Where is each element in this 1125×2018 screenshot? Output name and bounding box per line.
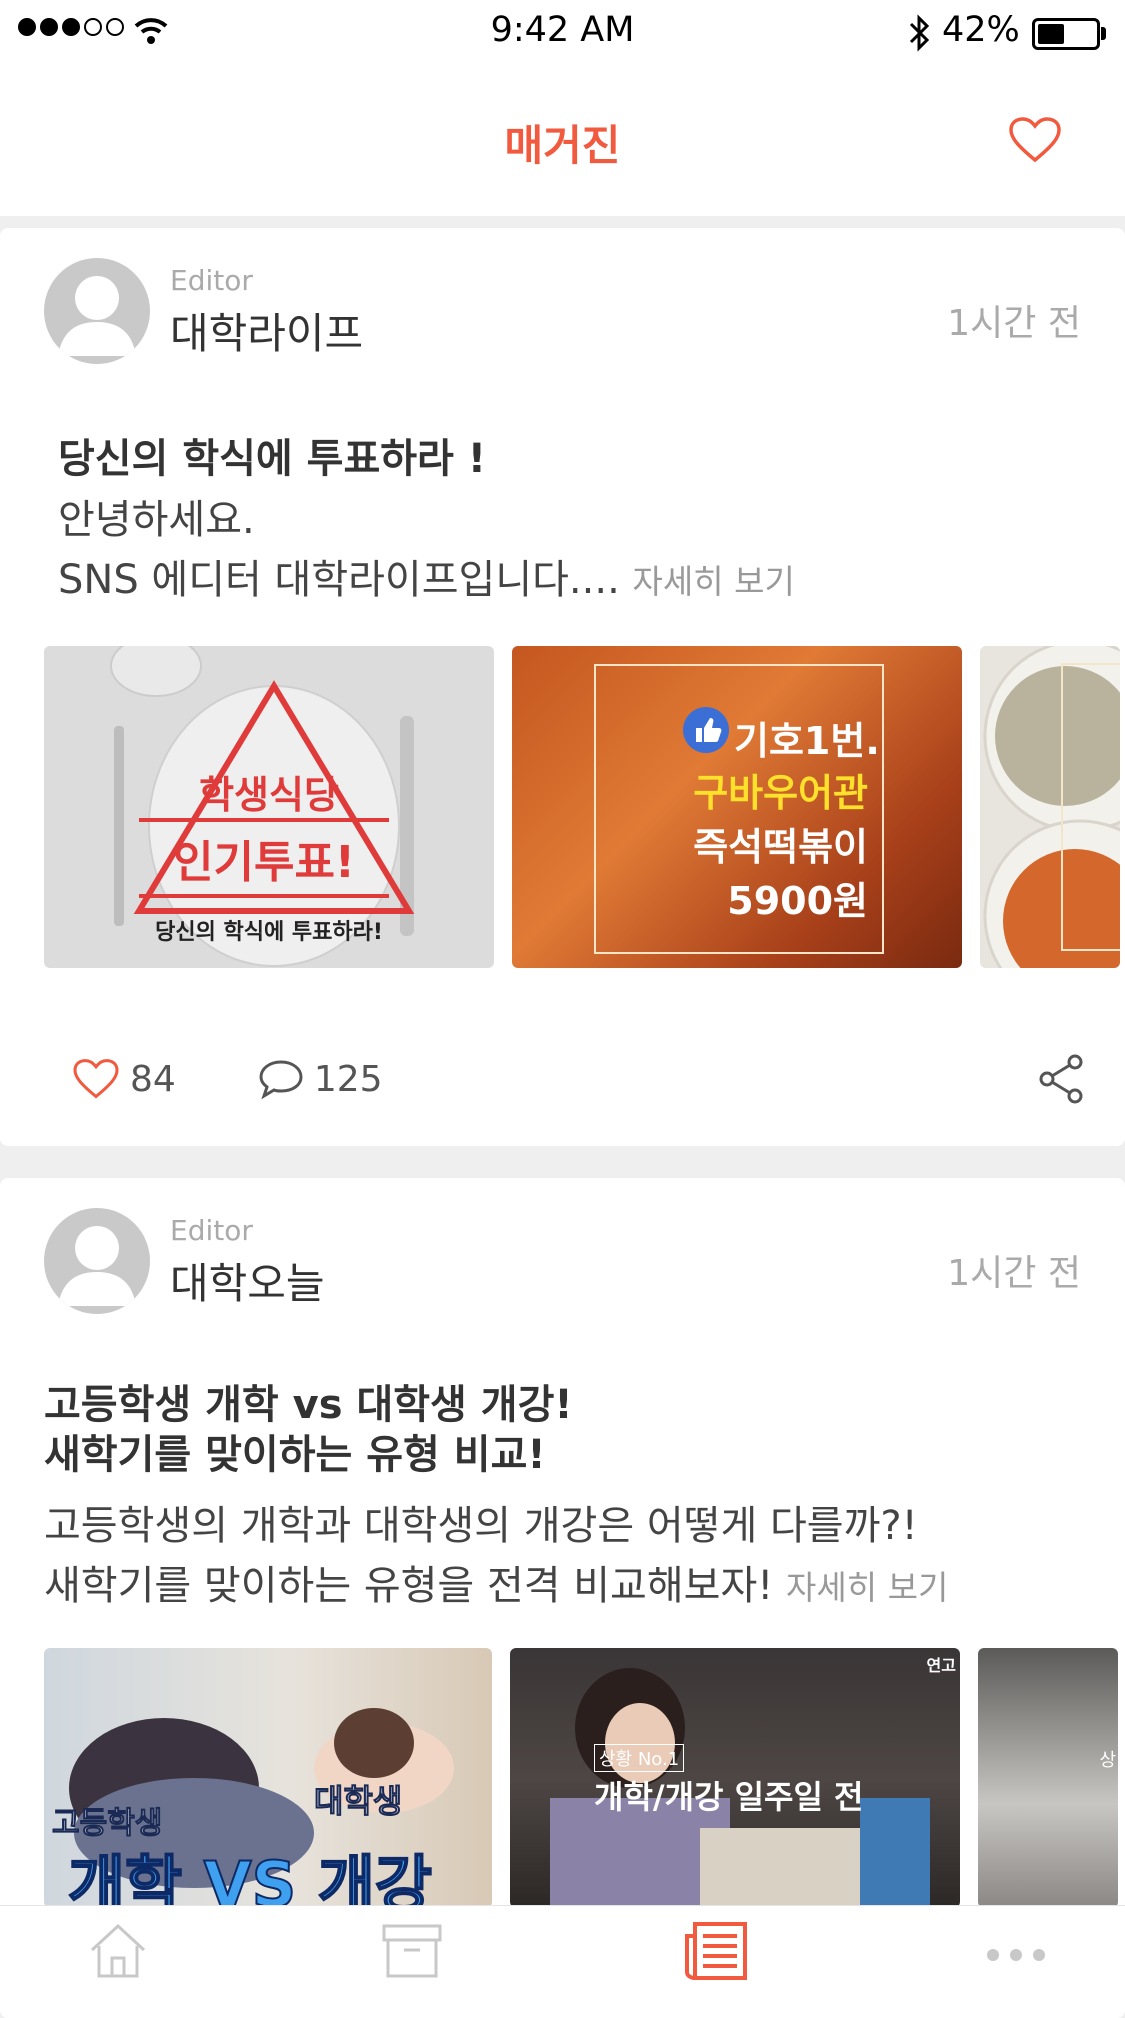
archive-icon[interactable] xyxy=(380,1920,444,1980)
post-image[interactable] xyxy=(980,646,1120,968)
post-body-line: 새학기를 맞이하는 유형을 전격 비교해보자! xyxy=(44,1563,774,1609)
image-text: 인기투표! xyxy=(139,818,389,898)
image-text: 기호1번. xyxy=(734,719,880,763)
post-title[interactable]: 고등학생 개학 vs 대학생 개강! 새학기를 맞이하는 유형 비교! xyxy=(44,1380,573,1480)
avatar[interactable] xyxy=(44,258,150,364)
post-card[interactable]: Editor 대학오늘 1시간 전 고등학생 개학 vs 대학생 개강! 새학기… xyxy=(0,1178,1125,2018)
post-body-line: 안녕하세요. xyxy=(58,497,255,543)
post-image[interactable]: 기호1번. 구바우어관 즉석떡볶이 5900원 xyxy=(512,646,962,968)
post-title-line: 새학기를 맞이하는 유형 비교! xyxy=(44,1432,546,1478)
post-time: 1시간 전 xyxy=(947,1253,1081,1294)
comment-button[interactable]: 125 xyxy=(258,1058,383,1100)
editor-label: Editor xyxy=(170,264,253,297)
magazine-icon[interactable] xyxy=(683,1920,749,1982)
post-body: 안녕하세요. SNS 에디터 대학라이프입니다.... 자세히 보기 xyxy=(58,490,795,612)
editor-name[interactable]: 대학라이프 xyxy=(170,300,363,361)
post-body-line: SNS 에디터 대학라이프입니다.... xyxy=(58,557,620,603)
image-text: 개학 VS 개강 xyxy=(67,1847,433,1908)
editor-name[interactable]: 대학오늘 xyxy=(170,1250,325,1311)
post-image[interactable]: 상황 No.1 개학/개강 일주일 전 연고 xyxy=(510,1648,960,1908)
post-time: 1시간 전 xyxy=(947,303,1081,344)
image-text: 학생식당 xyxy=(199,773,339,817)
read-more-link[interactable]: 자세히 보기 xyxy=(633,562,795,601)
heart-icon xyxy=(73,1059,119,1099)
image-text: 대학생 xyxy=(313,1782,403,1821)
post-actions: 84 125 xyxy=(72,1058,383,1100)
post-image[interactable]: 고등학생 대학생 개학 VS 개강 xyxy=(44,1648,492,1908)
image-text: 즉석떡볶이 xyxy=(693,825,868,869)
tab-bar xyxy=(0,1905,1125,2002)
image-text: 구바우어관 xyxy=(693,771,868,815)
post-card[interactable]: Editor 대학라이프 1시간 전 당신의 학식에 투표하라 ! 안녕하세요.… xyxy=(0,228,1125,1146)
read-more-link[interactable]: 자세히 보기 xyxy=(786,1568,948,1607)
post-title-line: 고등학생 개학 vs 대학생 개강! xyxy=(44,1382,573,1428)
nav-bar: 매거진 xyxy=(0,66,1125,216)
heart-icon[interactable] xyxy=(1008,116,1062,164)
comment-count: 125 xyxy=(313,1058,383,1100)
image-text: 개학/개강 일주일 전 xyxy=(594,1778,864,1816)
post-image[interactable]: 상 xyxy=(978,1648,1118,1908)
post-body-line: 고등학생의 개학과 대학생의 개강은 어떻게 다를까?! xyxy=(44,1503,918,1549)
status-bar: 9:42 AM 42% xyxy=(0,0,1125,66)
home-icon[interactable] xyxy=(86,1920,150,1980)
image-badge: 상황 No.1 xyxy=(594,1744,685,1772)
image-carousel[interactable]: 학생식당 인기투표! 당신의 학식에 투표하라! 기호1번. 구바우어관 즉석떡… xyxy=(44,646,1120,968)
more-icon[interactable] xyxy=(986,1948,1046,1962)
post-body-line-with-more: 새학기를 맞이하는 유형을 전격 비교해보자! 자세히 보기 xyxy=(44,1556,948,1618)
battery-icon xyxy=(1032,18,1100,50)
post-body: 고등학생의 개학과 대학생의 개강은 어떻게 다를까?! 새학기를 맞이하는 유… xyxy=(44,1496,948,1618)
bluetooth-icon xyxy=(909,14,930,52)
image-caption: 당신의 학식에 투표하라! xyxy=(155,920,383,945)
like-count: 84 xyxy=(130,1058,176,1100)
image-text: 연고 xyxy=(926,1656,956,1675)
editor-label: Editor xyxy=(170,1214,253,1247)
battery-percent: 42% xyxy=(942,10,1020,50)
thumbs-up-icon xyxy=(683,707,729,753)
post-title[interactable]: 당신의 학식에 투표하라 ! xyxy=(58,434,486,484)
image-carousel[interactable]: 고등학생 대학생 개학 VS 개강 상황 No.1 개학/개강 일주일 전 연고… xyxy=(44,1648,1118,1908)
page-title: 매거진 xyxy=(504,121,621,170)
like-button[interactable]: 84 xyxy=(72,1058,176,1100)
avatar[interactable] xyxy=(44,1208,150,1314)
comment-icon xyxy=(259,1060,303,1100)
share-icon[interactable] xyxy=(1037,1054,1085,1104)
image-text: 5900원 xyxy=(727,879,868,923)
image-text: 상 xyxy=(1099,1750,1116,1771)
post-body-line-with-more: SNS 에디터 대학라이프입니다.... 자세히 보기 xyxy=(58,550,795,612)
post-image[interactable]: 학생식당 인기투표! 당신의 학식에 투표하라! xyxy=(44,646,494,968)
